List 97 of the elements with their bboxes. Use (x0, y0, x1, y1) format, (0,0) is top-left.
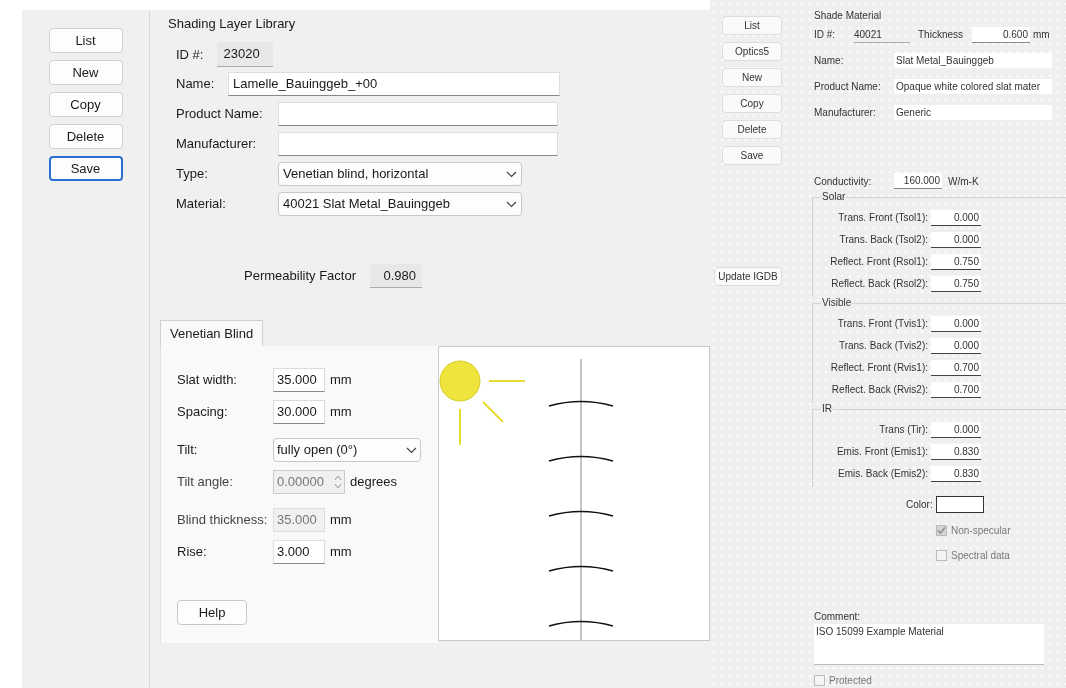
field-label: Manufacturer: (814, 105, 877, 120)
input-field[interactable]: 35.000 (273, 368, 325, 392)
input-field[interactable]: 0.000 (931, 421, 981, 438)
material-button[interactable]: New (722, 68, 782, 87)
caret-icon (506, 200, 517, 208)
input-field[interactable]: 0.750 (931, 275, 981, 292)
input-field[interactable]: 0.000 (931, 231, 981, 248)
input-field[interactable]: 0.000 (931, 209, 981, 226)
input-field[interactable]: 0.600 (972, 26, 1030, 43)
sidebar-button[interactable]: Save (48, 156, 123, 181)
group-title: IR (821, 403, 833, 416)
caret-icon (406, 446, 417, 454)
field-label: Rise: (177, 543, 208, 562)
input-field[interactable]: 0.700 (931, 359, 981, 376)
field-label: Trans. Front (Tvis1): (836, 317, 929, 332)
checkbox[interactable] (936, 550, 947, 562)
unit-label: degrees (350, 473, 397, 492)
checkbox-label: Non-specular (951, 524, 1011, 539)
caret-icon (506, 170, 517, 178)
material-button[interactable]: Copy (722, 94, 782, 113)
input-field[interactable]: 30.000 (273, 400, 325, 424)
input-field[interactable]: Slat Metal_Bauinggeb (894, 53, 1052, 69)
permeability-label: Permeability Factor (244, 267, 356, 285)
checkbox-label: Spectral data (951, 549, 1010, 564)
field-label: Emis. Back (Emis2): (837, 467, 929, 482)
sun-icon (439, 360, 526, 446)
unit-label: mm (330, 511, 352, 530)
field-label: Tilt angle: (177, 473, 234, 492)
color-label: Color: (906, 498, 934, 513)
group-title: Visible (821, 297, 853, 310)
field-label: Name: (176, 75, 216, 94)
help-button[interactable]: Help (177, 600, 247, 625)
field-label: Slat width: (177, 371, 238, 390)
input-field[interactable]: Generic (894, 104, 1052, 120)
comment-field[interactable]: ISO 15099 Example Material (814, 623, 1044, 666)
field-label: Reflect. Front (Rsol1): (829, 255, 929, 270)
field-label: Type: (176, 165, 209, 184)
id-value: 23020 (217, 42, 274, 67)
material-button[interactable]: Optics5 (722, 42, 782, 61)
material-title: Shade Material (814, 9, 883, 23)
field-label: Manufacturer: (176, 135, 258, 154)
checkbox[interactable] (814, 674, 825, 686)
input-field[interactable]: Lamelle_Bauinggeb_+00 (228, 72, 560, 96)
input-field[interactable]: 0.750 (931, 253, 981, 270)
field-label: Trans. Back (Tvis2): (837, 339, 929, 354)
field-label: Material: (176, 195, 227, 214)
material-button[interactable]: Delete (722, 120, 782, 139)
field-label: Trans. Front (Tsol1): (837, 211, 929, 226)
comment-label: Comment: (814, 609, 862, 624)
dropdown[interactable]: 40021 Slat Metal_Bauinggeb (278, 192, 522, 216)
field-label: Product Name: (814, 80, 882, 95)
input-field[interactable]: 0.000 (931, 315, 981, 332)
field-label: Blind thickness: (177, 511, 269, 530)
field-label: Product Name: (176, 105, 264, 124)
field-label: Reflect. Front (Rvis1): (829, 361, 929, 376)
sidebar-button[interactable]: List (48, 28, 123, 53)
field-label: Emis. Front (Emis1): (835, 445, 929, 460)
input-field[interactable]: 3.000 (273, 540, 325, 564)
sidebar-button[interactable]: Delete (48, 124, 123, 149)
unit-label: mm (330, 403, 352, 422)
conductivity-label: Conductivity: (814, 174, 873, 189)
input-field[interactable] (278, 102, 558, 126)
input-field[interactable]: Opaque white colored slat mater (894, 79, 1052, 95)
sidebar-button[interactable]: New (48, 60, 123, 85)
library-title: Shading Layer Library (168, 15, 297, 33)
checkbox-label: Protected (829, 673, 872, 688)
thickness-label: Thickness (918, 28, 964, 43)
field-label: Spacing: (177, 403, 229, 422)
id-label: ID #: (814, 28, 837, 43)
material-button[interactable]: List (722, 16, 782, 35)
checkbox[interactable] (936, 525, 947, 537)
material-button[interactable]: Save (722, 146, 782, 165)
dropdown[interactable]: fully open (0°) (273, 438, 421, 462)
input-field[interactable]: 0.830 (931, 443, 981, 460)
field-label: Tilt: (177, 441, 199, 460)
field-label: Trans. Back (Tsol2): (838, 233, 929, 248)
field-label: Reflect. Back (Rsol2): (830, 277, 929, 292)
input-field[interactable]: 0.700 (931, 381, 981, 398)
unit-label: mm (1033, 28, 1050, 43)
dropdown[interactable]: Venetian blind, horizontal (278, 162, 522, 186)
field-label: Name: (814, 54, 845, 69)
sidebar-button[interactable]: Copy (48, 92, 123, 117)
unit-label: mm (330, 543, 352, 562)
input-field[interactable] (278, 132, 558, 156)
field-label: Reflect. Back (Rvis2): (830, 383, 929, 398)
id-label: ID #: (176, 45, 204, 64)
input-field[interactable]: 0.000 (931, 337, 981, 354)
tab[interactable]: Venetian Blind (160, 320, 264, 346)
unit-label: W/m-K (948, 174, 979, 189)
update-button[interactable]: Update IGDB (714, 267, 782, 286)
field-label: Trans (Tir): (878, 423, 929, 438)
input-field[interactable]: 160.000 (894, 173, 942, 190)
unit-label: mm (330, 371, 352, 390)
color-swatch[interactable] (936, 496, 984, 514)
id-value: 40021 (854, 26, 910, 43)
input-field[interactable]: 0.830 (931, 465, 981, 482)
permeability-value: 0.980 (370, 263, 422, 288)
